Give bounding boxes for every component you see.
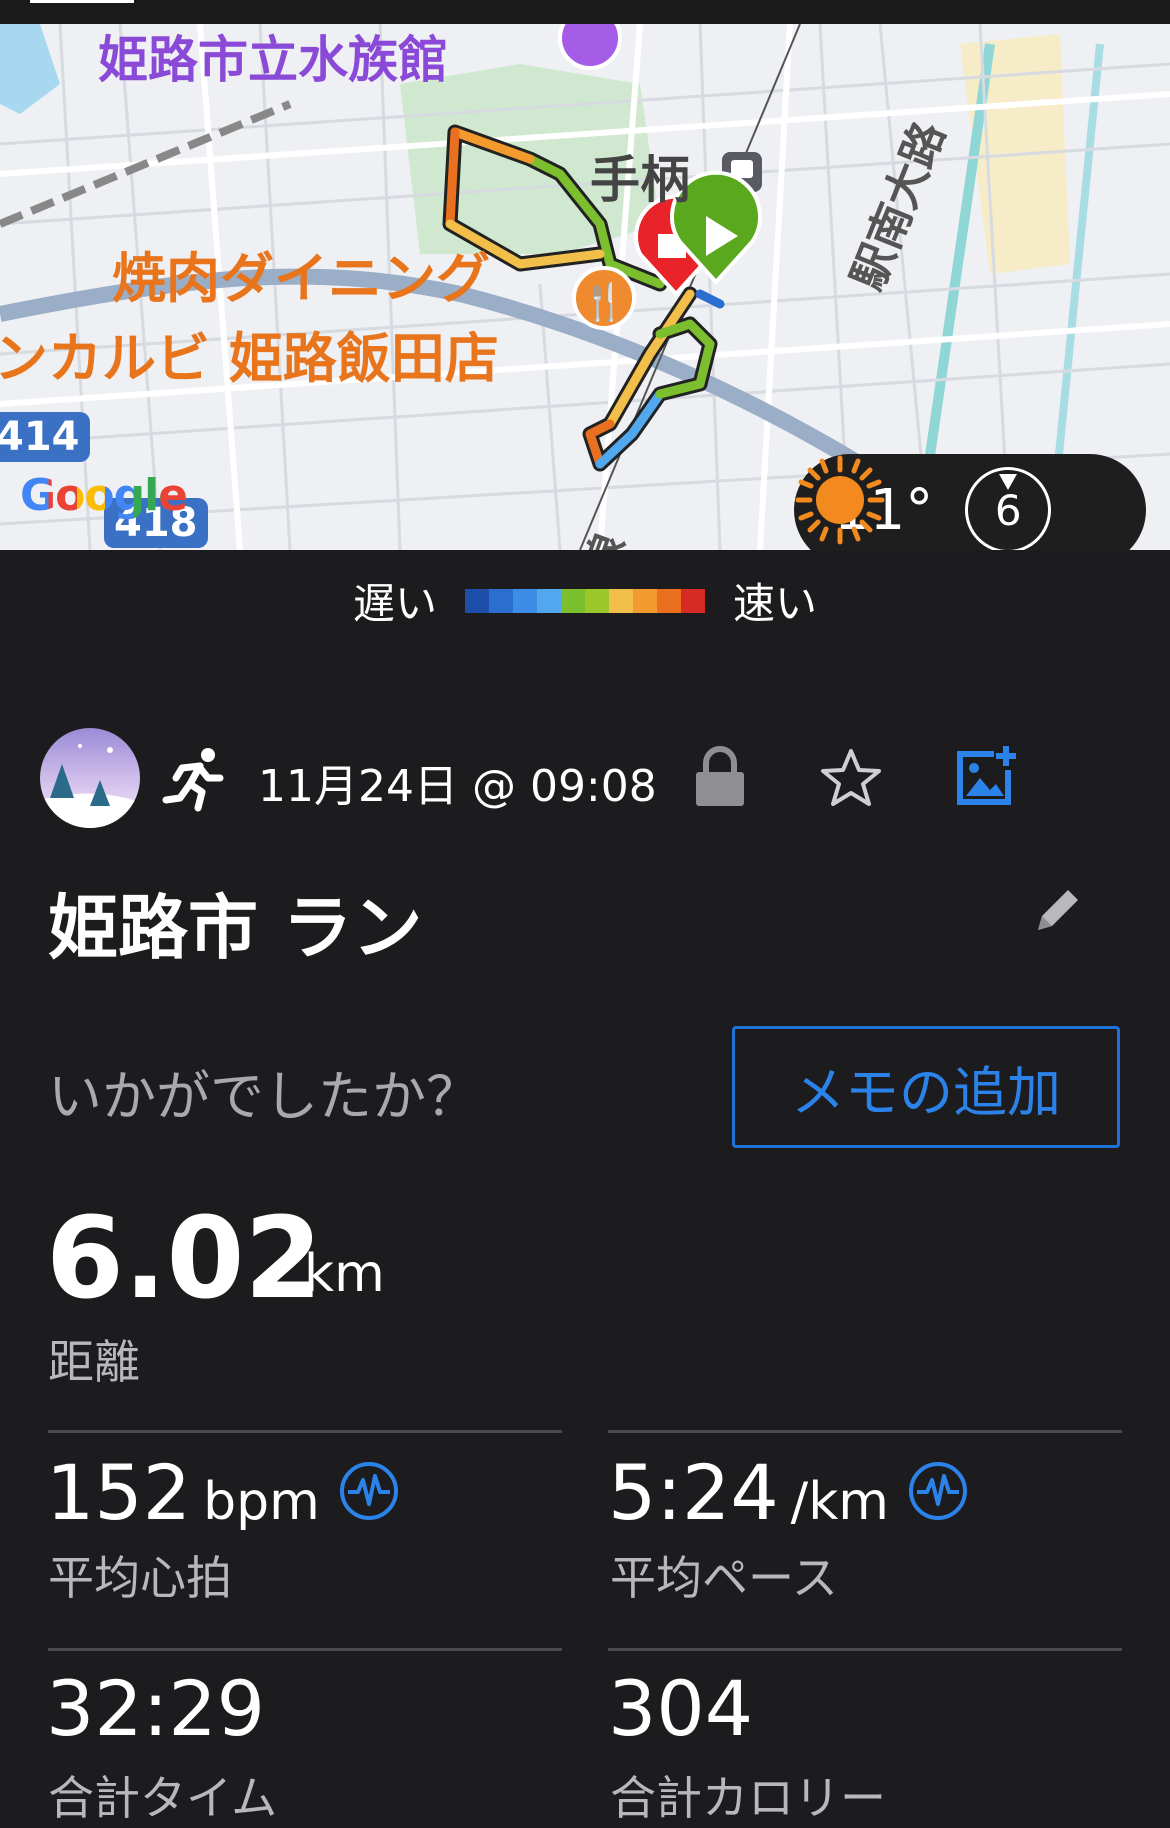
stats-divider [608, 1430, 1122, 1433]
distance-unit: km [304, 1244, 385, 1304]
stats-divider [48, 1430, 562, 1433]
map-label-restaurant-line2[interactable]: ンカルビ 姫路飯田店 [0, 314, 499, 393]
map-label-station[interactable]: 手柄 [590, 140, 690, 212]
map-label-aquarium[interactable]: 姫路市立水族館 [98, 24, 448, 92]
weather-badge: 11° 6 [794, 454, 1146, 550]
route-map[interactable]: 🍴 姫路市立水族館 手柄 焼肉ダイニング ンカルビ 姫路飯田店 駅南大路 線 4… [0, 24, 1170, 550]
heart-rate-zone-icon[interactable] [338, 1460, 400, 1526]
pace-color-swatch [465, 588, 489, 613]
pace-color-swatch [657, 588, 681, 613]
svg-text:🍴: 🍴 [582, 281, 627, 323]
map-label-restaurant-line1[interactable]: 焼肉ダイニング [112, 234, 490, 313]
total-calories-value: 304 [608, 1664, 754, 1753]
wind-speed: 6 [994, 485, 1022, 535]
avg-heart-rate[interactable]: 152 bpm [46, 1448, 400, 1537]
feedback-prompt: いかがでしたか？ [48, 1065, 480, 1128]
pace-zone-icon[interactable] [907, 1460, 969, 1526]
route-shield-414: 414 [0, 412, 90, 462]
total-time-value: 32:29 [46, 1664, 266, 1753]
pace-color-swatch [609, 588, 633, 613]
avg-hr-unit: bpm [203, 1472, 320, 1532]
wind-direction-icon [999, 474, 1018, 490]
legend-fast-label: 速い [733, 579, 818, 628]
pace-color-scale [465, 588, 705, 613]
avg-pace[interactable]: 5:24 /km [608, 1448, 969, 1537]
total-calories[interactable]: 304 [608, 1664, 753, 1753]
avg-hr-value: 152 [46, 1448, 192, 1537]
pace-color-swatch [561, 588, 585, 613]
pace-color-swatch [585, 588, 609, 613]
avg-hr-label: 平均心拍 [48, 1551, 232, 1605]
status-indicator [30, 0, 134, 3]
pace-color-swatch [633, 588, 657, 613]
pace-legend: 遅い 速い [0, 570, 1170, 631]
avatar[interactable] [40, 728, 140, 828]
activity-title: 姫路市 ラン [48, 887, 423, 969]
total-time-label: 合計タイム [48, 1771, 278, 1825]
total-time[interactable]: 32:29 [46, 1664, 265, 1753]
distance-label: 距離 [48, 1335, 140, 1389]
activity-datetime: 11月24日 @ 09:08 [258, 761, 657, 812]
pace-color-swatch [537, 588, 561, 613]
avg-pace-label: 平均ペース [610, 1551, 838, 1605]
avg-pace-value: 5:24 [608, 1448, 779, 1537]
running-icon [162, 746, 228, 816]
edit-icon[interactable] [1032, 884, 1084, 940]
star-icon[interactable] [820, 748, 882, 812]
add-photo-icon[interactable] [954, 744, 1018, 812]
status-bar [0, 0, 1170, 24]
pace-color-swatch [513, 588, 537, 613]
pace-color-swatch [489, 588, 513, 613]
distance-value: 6.02 [46, 1194, 323, 1324]
wind-indicator: 6 [965, 467, 1052, 550]
google-logo-text: Google [20, 470, 188, 521]
stats-divider [48, 1648, 562, 1651]
legend-slow-label: 遅い [352, 579, 437, 628]
avg-pace-unit: /km [790, 1472, 889, 1532]
google-attribution: Google [20, 470, 188, 521]
pace-color-swatch [681, 588, 705, 613]
total-calories-label: 合計カロリー [610, 1771, 886, 1825]
add-memo-button[interactable]: メモの追加 [732, 1026, 1120, 1148]
lock-icon[interactable] [694, 746, 746, 812]
stats-divider [608, 1648, 1122, 1651]
